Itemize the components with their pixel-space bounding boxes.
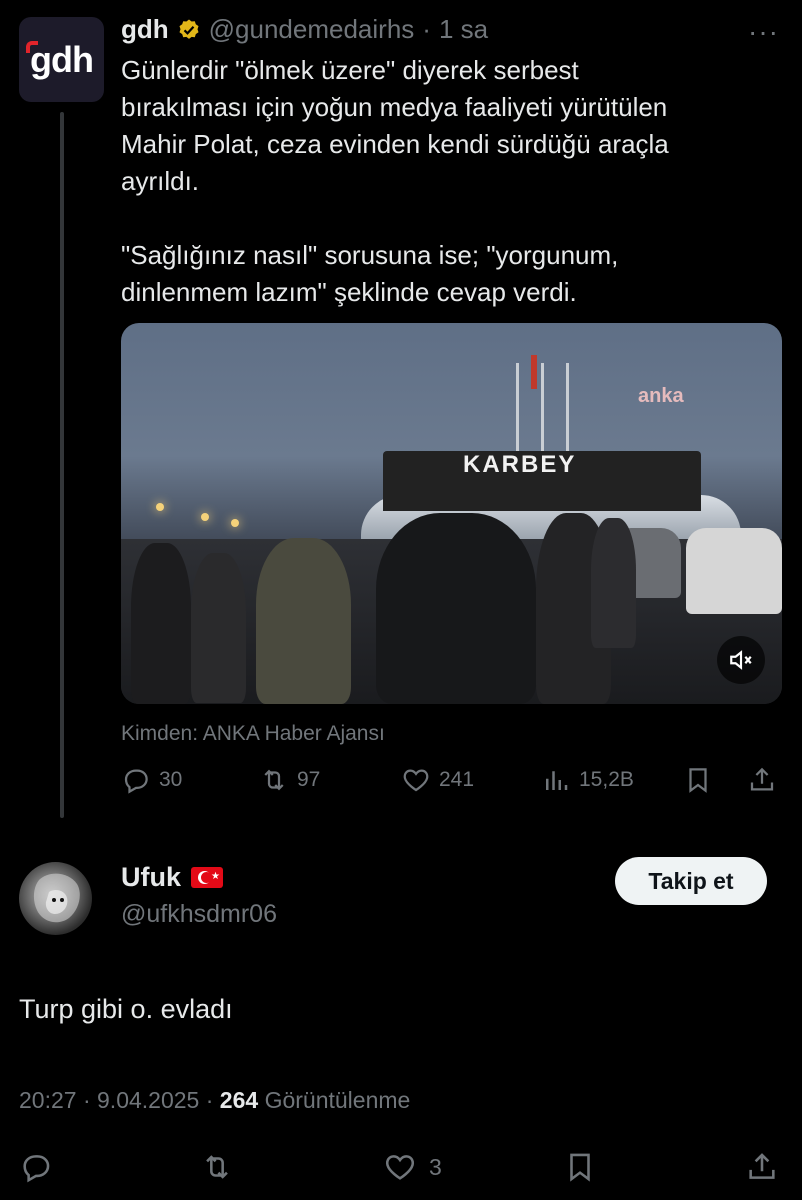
quoted-time[interactable]: 1 sa — [439, 14, 488, 45]
views-action[interactable]: 15,2B — [541, 765, 634, 795]
person-figure — [191, 553, 246, 703]
heart-icon — [403, 769, 429, 792]
more-options-icon[interactable]: ··· — [748, 16, 779, 48]
retweet-icon — [264, 769, 284, 791]
retweet-action[interactable]: 97 — [259, 765, 320, 795]
person-figure — [256, 538, 351, 704]
video-watermark: anka — [638, 385, 684, 407]
like-button[interactable]: 3 — [383, 1150, 442, 1184]
quoted-author-handle[interactable]: @gundemedairhs — [209, 14, 415, 45]
gdh-logo: gdh — [26, 39, 94, 81]
bookmark-icon — [689, 768, 707, 793]
station-sign: KARBEY — [463, 451, 577, 478]
reply-tweet-text: Turp gibi o. evladı — [19, 994, 233, 1024]
gdh-avatar[interactable]: gdh — [19, 17, 104, 102]
views-label: Görüntülenme — [264, 1087, 411, 1113]
retweet-icon — [206, 1155, 228, 1179]
tweet-date[interactable]: 9.04.2025 — [97, 1087, 199, 1113]
separator-dot: · — [422, 14, 431, 44]
mute-button[interactable] — [717, 636, 765, 684]
retweet-button[interactable] — [200, 1150, 234, 1184]
white-car — [686, 528, 782, 614]
reply-author-row: Ufuk ★ — [121, 862, 223, 893]
reply-icon — [124, 769, 148, 794]
lion-avatar-icon — [33, 873, 80, 923]
reply-author-name[interactable]: Ufuk — [121, 862, 181, 893]
video-player[interactable]: KARBEY anka — [121, 323, 782, 704]
speaker-muted-icon — [730, 650, 752, 670]
retweet-count: 97 — [297, 768, 321, 791]
person-figure — [131, 543, 191, 704]
tweet-time[interactable]: 20:27 — [19, 1087, 77, 1113]
person-figure — [376, 513, 536, 704]
follow-button[interactable]: Takip et — [615, 857, 767, 905]
media-source[interactable]: Kimden: ANKA Haber Ajansı — [121, 722, 385, 746]
view-count: 264 — [219, 1087, 259, 1113]
person-figure — [591, 518, 636, 648]
heart-icon — [385, 1155, 415, 1180]
flag-shape — [531, 355, 537, 389]
share-action[interactable] — [747, 765, 777, 795]
reply-like-count: 3 — [429, 1153, 442, 1180]
ufuk-avatar[interactable] — [19, 862, 92, 935]
share-icon — [750, 767, 774, 791]
views-count: 15,2B — [579, 768, 634, 791]
reply-count: 30 — [159, 768, 183, 791]
quoted-author-name[interactable]: gdh — [121, 14, 169, 45]
share-icon — [749, 1153, 775, 1179]
turkey-flag-icon: ★ — [191, 867, 223, 888]
reply-author-handle[interactable]: @ufkhsdmr06 — [121, 900, 277, 929]
views-icon — [546, 771, 568, 790]
tweet-meta: 20:27 · 9.04.2025 · 264 Görüntülenme — [19, 1087, 411, 1113]
bookmark-action[interactable] — [683, 765, 713, 795]
reply-action[interactable]: 30 — [121, 765, 182, 795]
bookmark-icon — [570, 1153, 590, 1182]
quoted-header: gdh @gundemedairhs · 1 sa — [121, 14, 488, 45]
thread-line — [60, 112, 64, 818]
bookmark-button[interactable] — [563, 1150, 597, 1184]
like-count: 241 — [439, 768, 475, 791]
like-action[interactable]: 241 — [401, 765, 474, 795]
reply-icon — [23, 1155, 50, 1183]
quoted-tweet-text: Günlerdir "ölmek üzere" diyerek serbest … — [121, 55, 669, 307]
share-button[interactable] — [745, 1150, 779, 1184]
verified-badge-icon — [179, 19, 199, 39]
reply-button[interactable] — [19, 1150, 53, 1184]
